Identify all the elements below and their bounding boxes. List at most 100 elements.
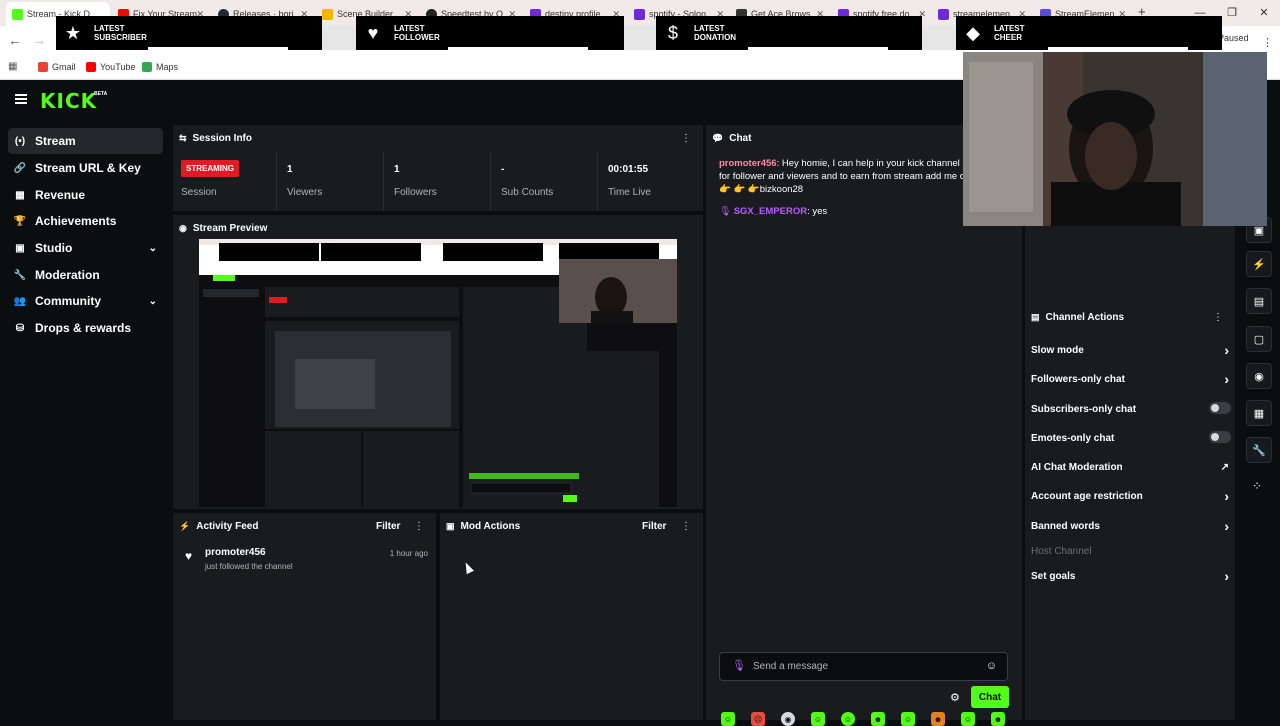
alert-bar xyxy=(148,47,288,50)
quick-action-wrench-icon[interactable]: 🔧 xyxy=(1246,437,1272,463)
bookmark-youtube[interactable]: YouTube xyxy=(86,62,135,72)
sidebar-item-community[interactable]: 👥 Community ⌄ xyxy=(8,288,163,314)
quick-action-lightning-icon[interactable]: ⚡ xyxy=(1246,251,1272,277)
stat-label: Session xyxy=(181,187,217,198)
emote-button[interactable]: ☻ xyxy=(871,712,885,726)
lightning-icon: ⚡ xyxy=(179,521,191,531)
preview-icon: ◉ xyxy=(179,223,187,233)
overlay-gap xyxy=(922,26,956,50)
forward-icon[interactable]: → xyxy=(32,32,46,48)
action-label: Emotes-only chat xyxy=(1031,433,1115,444)
emote-button[interactable]: ☺ xyxy=(961,712,975,726)
browser-menu-icon[interactable]: ⋮ xyxy=(1262,36,1273,49)
activity-filter-button[interactable]: Filter xyxy=(376,521,400,532)
sidebar-item-label: Stream URL & Key xyxy=(35,161,141,175)
alert-label: LATEST xyxy=(994,24,1025,33)
link-icon: 🔗 xyxy=(13,162,27,174)
emote-button[interactable]: ☺ xyxy=(841,712,855,726)
sidebar-item-achievements[interactable]: 🏆 Achievements xyxy=(8,208,163,234)
stat-label: Sub Counts xyxy=(501,187,554,198)
broadcast-icon: (•) xyxy=(14,135,26,147)
dollar-icon: $ xyxy=(667,22,678,43)
chat-username[interactable]: SGX_EMPEROR xyxy=(734,206,807,217)
gmail-icon xyxy=(38,62,48,72)
trophy-icon: 🏆 xyxy=(13,215,27,227)
emote-button[interactable]: ◉ xyxy=(781,712,795,726)
send-chat-button[interactable]: Chat xyxy=(971,686,1009,708)
time-live-stat: 00:01:55 Time Live xyxy=(598,151,703,211)
action-label: Slow mode xyxy=(1031,345,1084,356)
kick-logo[interactable]: KICK xyxy=(40,89,97,113)
emote-button[interactable]: ☻ xyxy=(931,712,945,726)
activity-time: 1 hour ago xyxy=(389,549,428,558)
emote-button[interactable]: ☻ xyxy=(991,712,1005,726)
bookmark-gmail[interactable]: Gmail xyxy=(38,62,76,72)
alert-label: LATEST xyxy=(694,24,725,33)
sidebar-item-revenue[interactable]: ▦ Revenue xyxy=(8,182,163,208)
mod-filter-button[interactable]: Filter xyxy=(642,521,666,532)
chevron-down-icon[interactable]: ⌄ xyxy=(149,296,157,307)
sidebar-item-label: Revenue xyxy=(35,188,86,202)
chevron-right-icon: › xyxy=(1224,371,1229,387)
account-age-row[interactable]: Account age restriction › xyxy=(1031,488,1231,504)
quick-action-clipboard-icon[interactable]: ▤ xyxy=(1246,288,1272,314)
sidebar-item-moderation[interactable]: 🔧 Moderation xyxy=(8,262,163,288)
sidebar-item-stream-url-key[interactable]: 🔗 Stream URL & Key xyxy=(8,155,163,181)
ai-moderation-row[interactable]: AI Chat Moderation ↗ xyxy=(1031,462,1231,473)
sidebar-item-drops-rewards[interactable]: ⛁ Drops & rewards xyxy=(8,315,163,341)
kick-favicon-icon xyxy=(12,8,23,20)
emote-button[interactable]: ☺ xyxy=(811,712,825,726)
panel-title: Activity Feed xyxy=(196,521,259,532)
chat-input-placeholder: Send a message xyxy=(753,661,829,672)
emote-button[interactable]: ☺ xyxy=(721,712,735,726)
back-icon[interactable]: ← xyxy=(8,32,22,48)
alert-label: LATEST xyxy=(394,24,425,33)
banned-words-row[interactable]: Banned words › xyxy=(1031,518,1231,534)
chat-username[interactable]: promoter456 xyxy=(719,158,777,169)
chat-text: Hey homie, I can help in your kick chann… xyxy=(781,158,971,169)
more-options-icon[interactable]: ⋮ xyxy=(1213,312,1223,323)
set-goals-row[interactable]: Set goals › xyxy=(1031,568,1231,584)
overlay-gap xyxy=(624,26,658,50)
apps-grid-icon[interactable]: ▦ xyxy=(8,61,17,72)
emote-button[interactable]: ☺ xyxy=(901,712,915,726)
subscribers-only-toggle[interactable] xyxy=(1209,402,1231,414)
webcam-overlay xyxy=(963,52,1267,226)
panel-header: ▣ Mod Actions xyxy=(446,521,520,532)
sidebar-item-stream[interactable]: (•) Stream xyxy=(8,128,163,154)
followers-only-row[interactable]: Followers-only chat › xyxy=(1031,371,1231,387)
mic-badge-icon: 🎙 xyxy=(719,206,732,217)
action-label: Followers-only chat xyxy=(1031,374,1125,385)
more-options-icon[interactable]: ⋮ xyxy=(681,521,691,532)
slow-mode-row[interactable]: Slow mode › xyxy=(1031,342,1231,358)
stream-preview-video[interactable] xyxy=(199,239,677,507)
viewers-stat: 1 Viewers xyxy=(277,151,384,211)
more-options-icon[interactable]: ⋮ xyxy=(681,133,691,144)
chat-input-box[interactable]: 🎙 Send a message ☺ xyxy=(719,652,1008,681)
emotes-only-toggle[interactable] xyxy=(1209,431,1231,443)
alert-type: DONATION xyxy=(694,33,737,42)
mic-icon: 🎙 xyxy=(732,660,746,672)
chevron-down-icon[interactable]: ⌄ xyxy=(149,243,157,254)
activity-user[interactable]: promoter456 xyxy=(205,547,266,558)
sidebar-item-label: Achievements xyxy=(35,214,117,228)
close-window-icon[interactable]: ✕ xyxy=(1248,0,1280,26)
more-options-icon[interactable]: ⋮ xyxy=(414,521,424,532)
sidebar-item-label: Drops & rewards xyxy=(35,321,132,335)
emote-button[interactable]: ☹ xyxy=(751,712,765,726)
stat-label: Viewers xyxy=(287,187,323,198)
paused-indicator[interactable]: Paused xyxy=(1218,33,1249,43)
activity-feed-panel: ⚡ Activity Feed Filter ⋮ ♥ promoter456 j… xyxy=(173,513,436,720)
chevron-right-icon: › xyxy=(1224,518,1229,534)
quick-action-chat-icon[interactable]: ▢ xyxy=(1246,326,1272,352)
quick-action-broadcast-icon[interactable]: ◉ xyxy=(1246,363,1272,389)
quick-action-community-icon[interactable]: ⁘ xyxy=(1252,479,1262,493)
session-info-panel: ⇆ Session Info ⋮ Session 1 Viewers 1 Fol… xyxy=(173,125,703,211)
alert-bar xyxy=(1048,47,1188,50)
bookmark-maps[interactable]: Maps xyxy=(142,62,178,72)
gear-icon[interactable]: ⚙ xyxy=(950,691,960,704)
emoji-icon[interactable]: ☺ xyxy=(986,660,997,672)
menu-icon[interactable] xyxy=(15,94,27,104)
sidebar-item-studio[interactable]: ▣ Studio ⌄ xyxy=(8,235,163,261)
quick-action-layout-icon[interactable]: ▦ xyxy=(1246,400,1272,426)
